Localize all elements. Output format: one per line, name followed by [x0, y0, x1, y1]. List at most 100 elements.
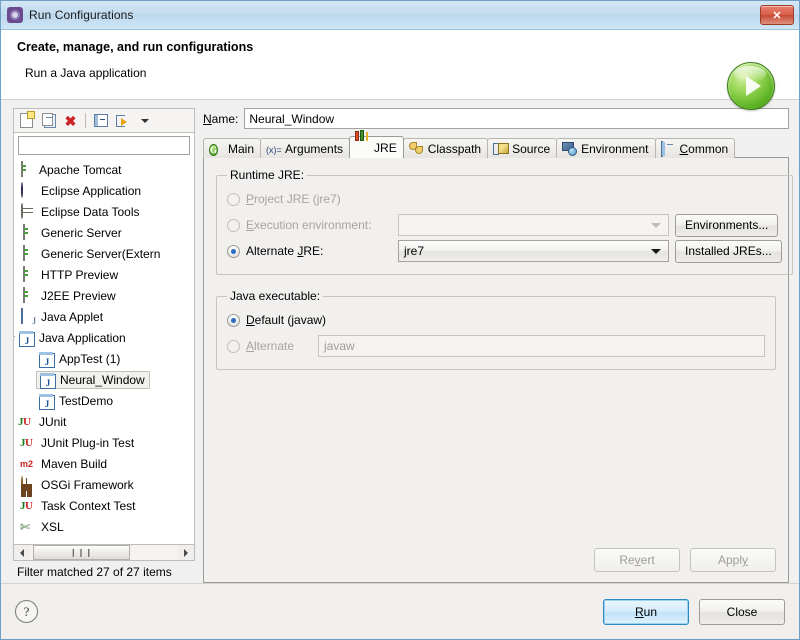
- tree-item-label: JUnit Plug-in Test: [41, 435, 135, 450]
- revert-button[interactable]: Revert: [594, 548, 680, 572]
- execution-environment-radio[interactable]: [227, 218, 240, 232]
- classpath-icon: [409, 142, 424, 156]
- footer-buttons: Run Close: [603, 598, 785, 625]
- window-title: Run Configurations: [29, 8, 134, 22]
- scroll-left-arrow-icon[interactable]: [14, 545, 30, 560]
- tab-main[interactable]: G Main: [203, 138, 262, 158]
- java-app-icon: [38, 351, 55, 368]
- tab-common[interactable]: Common: [654, 138, 736, 158]
- tree-item[interactable]: Generic Server(Extern: [14, 243, 194, 264]
- filter-input-wrap: [13, 132, 195, 157]
- tree-item[interactable]: J2EE Preview: [14, 285, 194, 306]
- tree-item[interactable]: JU Task Context Test: [14, 495, 194, 516]
- default-executable-radio[interactable]: [227, 313, 240, 327]
- alternate-executable-radio[interactable]: [227, 339, 240, 353]
- tab-source-label: Source: [512, 141, 551, 156]
- tree-item[interactable]: AppTest (1): [14, 348, 194, 369]
- common-icon: [660, 140, 676, 157]
- configurations-tree[interactable]: Apache Tomcat Eclipse Application Eclipse …: [13, 157, 195, 544]
- tree-item[interactable]: Eclipse Data Tools: [14, 201, 194, 222]
- xsl-icon: ✄: [20, 519, 31, 534]
- page-title: Create, manage, and run configurations: [17, 40, 254, 54]
- tab-jre-label: JRE: [374, 140, 397, 155]
- tree-item-label: Java Applet: [41, 309, 104, 324]
- server-icon: [20, 244, 36, 262]
- scroll-thumb[interactable]: ❙❙❙: [33, 545, 130, 560]
- java-executable-group: Java executable: Default (javaw) Alterna…: [216, 289, 776, 370]
- run-configurations-dialog: Run Configurations ✕ Create, manage, and…: [0, 0, 800, 640]
- collapse-all-icon[interactable]: [91, 111, 110, 130]
- run-button[interactable]: Run: [603, 598, 689, 625]
- filter-input[interactable]: [18, 136, 190, 155]
- close-button[interactable]: Close: [699, 598, 785, 625]
- tree-item-label: Generic Server: [41, 225, 122, 240]
- tree-item[interactable]: TestDemo: [14, 390, 194, 411]
- page-subtitle: Run a Java application: [25, 66, 147, 80]
- tab-environment-label: Environment: [581, 141, 649, 156]
- filter-configurations-icon[interactable]: [113, 111, 132, 130]
- chevron-down-icon[interactable]: [135, 111, 154, 130]
- delete-configuration-icon[interactable]: ✖: [61, 111, 80, 130]
- titlebar-buttons: ✕: [760, 5, 797, 25]
- name-input[interactable]: [244, 108, 789, 129]
- tree-item[interactable]: ✄ XSL: [14, 516, 194, 537]
- java-app-icon: [38, 393, 55, 410]
- arguments-icon: (x)=: [266, 144, 282, 155]
- eclipse-icon: [20, 181, 36, 199]
- tab-source[interactable]: Source: [487, 138, 558, 158]
- tree-item-label: Neural_Window: [60, 372, 145, 387]
- tree-item-label: AppTest (1): [59, 351, 121, 366]
- scroll-right-arrow-icon[interactable]: [178, 545, 194, 560]
- close-window-button[interactable]: ✕: [760, 5, 794, 25]
- tree-item-label: Task Context Test: [41, 498, 136, 513]
- project-jre-radio[interactable]: [227, 192, 240, 206]
- new-configuration-icon[interactable]: [17, 111, 36, 130]
- environments-button[interactable]: Environments...: [675, 213, 779, 237]
- tree-item-label: JUnit: [39, 414, 67, 429]
- tree-item-label: TestDemo: [59, 393, 114, 408]
- tree-item[interactable]: Generic Server: [14, 222, 194, 243]
- tab-classpath-label: Classpath: [427, 141, 482, 156]
- alternate-executable-input[interactable]: javaw: [318, 335, 765, 357]
- configuration-editor-pane: Name: G Main (x)= Arguments JRE: [203, 108, 793, 583]
- java-applet-icon: [20, 307, 36, 325]
- toolbar-separator: [85, 113, 86, 128]
- tree-item[interactable]: JU JUnit: [14, 411, 194, 432]
- tree-item-label: Eclipse Application: [41, 183, 142, 198]
- scroll-track[interactable]: ❙❙❙: [30, 545, 178, 560]
- installed-jres-button[interactable]: Installed JREs...: [675, 239, 782, 263]
- tree-item[interactable]: Neural_Window: [14, 369, 194, 390]
- duplicate-configuration-icon[interactable]: [39, 111, 58, 130]
- tree-item[interactable]: Apache Tomcat: [14, 159, 194, 180]
- tree-item[interactable]: Eclipse Application: [14, 180, 194, 201]
- java-app-icon: [18, 330, 35, 347]
- tree-item[interactable]: Java Applet: [14, 306, 194, 327]
- tree-item[interactable]: OSGi Framework: [14, 474, 194, 495]
- alternate-jre-combo[interactable]: jre7: [398, 240, 669, 262]
- tab-jre[interactable]: JRE: [349, 136, 404, 158]
- help-icon[interactable]: ?: [15, 600, 38, 623]
- tree-horizontal-scrollbar[interactable]: ❙❙❙: [13, 544, 195, 561]
- execution-environment-combo[interactable]: [398, 214, 669, 236]
- tab-environment[interactable]: Environment: [556, 138, 656, 158]
- alternate-jre-radio[interactable]: [227, 244, 240, 258]
- java-app-icon: [39, 372, 56, 389]
- tab-classpath[interactable]: Classpath: [402, 138, 489, 158]
- java-executable-legend: Java executable:: [230, 289, 321, 303]
- filter-status-text: Filter matched 27 of 27 items: [17, 565, 172, 579]
- tree-item[interactable]: Java Application: [14, 327, 194, 348]
- apply-button[interactable]: Apply: [690, 548, 776, 572]
- tree-item[interactable]: m2 Maven Build: [14, 453, 194, 474]
- project-jre-label: Project JRE (jre7): [246, 192, 341, 206]
- alternate-jre-value: jre7: [404, 244, 425, 258]
- name-row: Name:: [203, 108, 789, 129]
- tree-item[interactable]: HTTP Preview: [14, 264, 194, 285]
- tab-arguments[interactable]: (x)= Arguments: [260, 138, 351, 158]
- apply-revert-row: Revert Apply: [216, 540, 776, 572]
- name-label: Name:: [203, 111, 239, 126]
- server-icon: [20, 223, 36, 241]
- title-bar: Run Configurations ✕: [1, 1, 799, 30]
- tree-item[interactable]: JU JUnit Plug-in Test: [14, 432, 194, 453]
- chevron-down-icon: [651, 222, 661, 228]
- environment-icon: [562, 142, 577, 156]
